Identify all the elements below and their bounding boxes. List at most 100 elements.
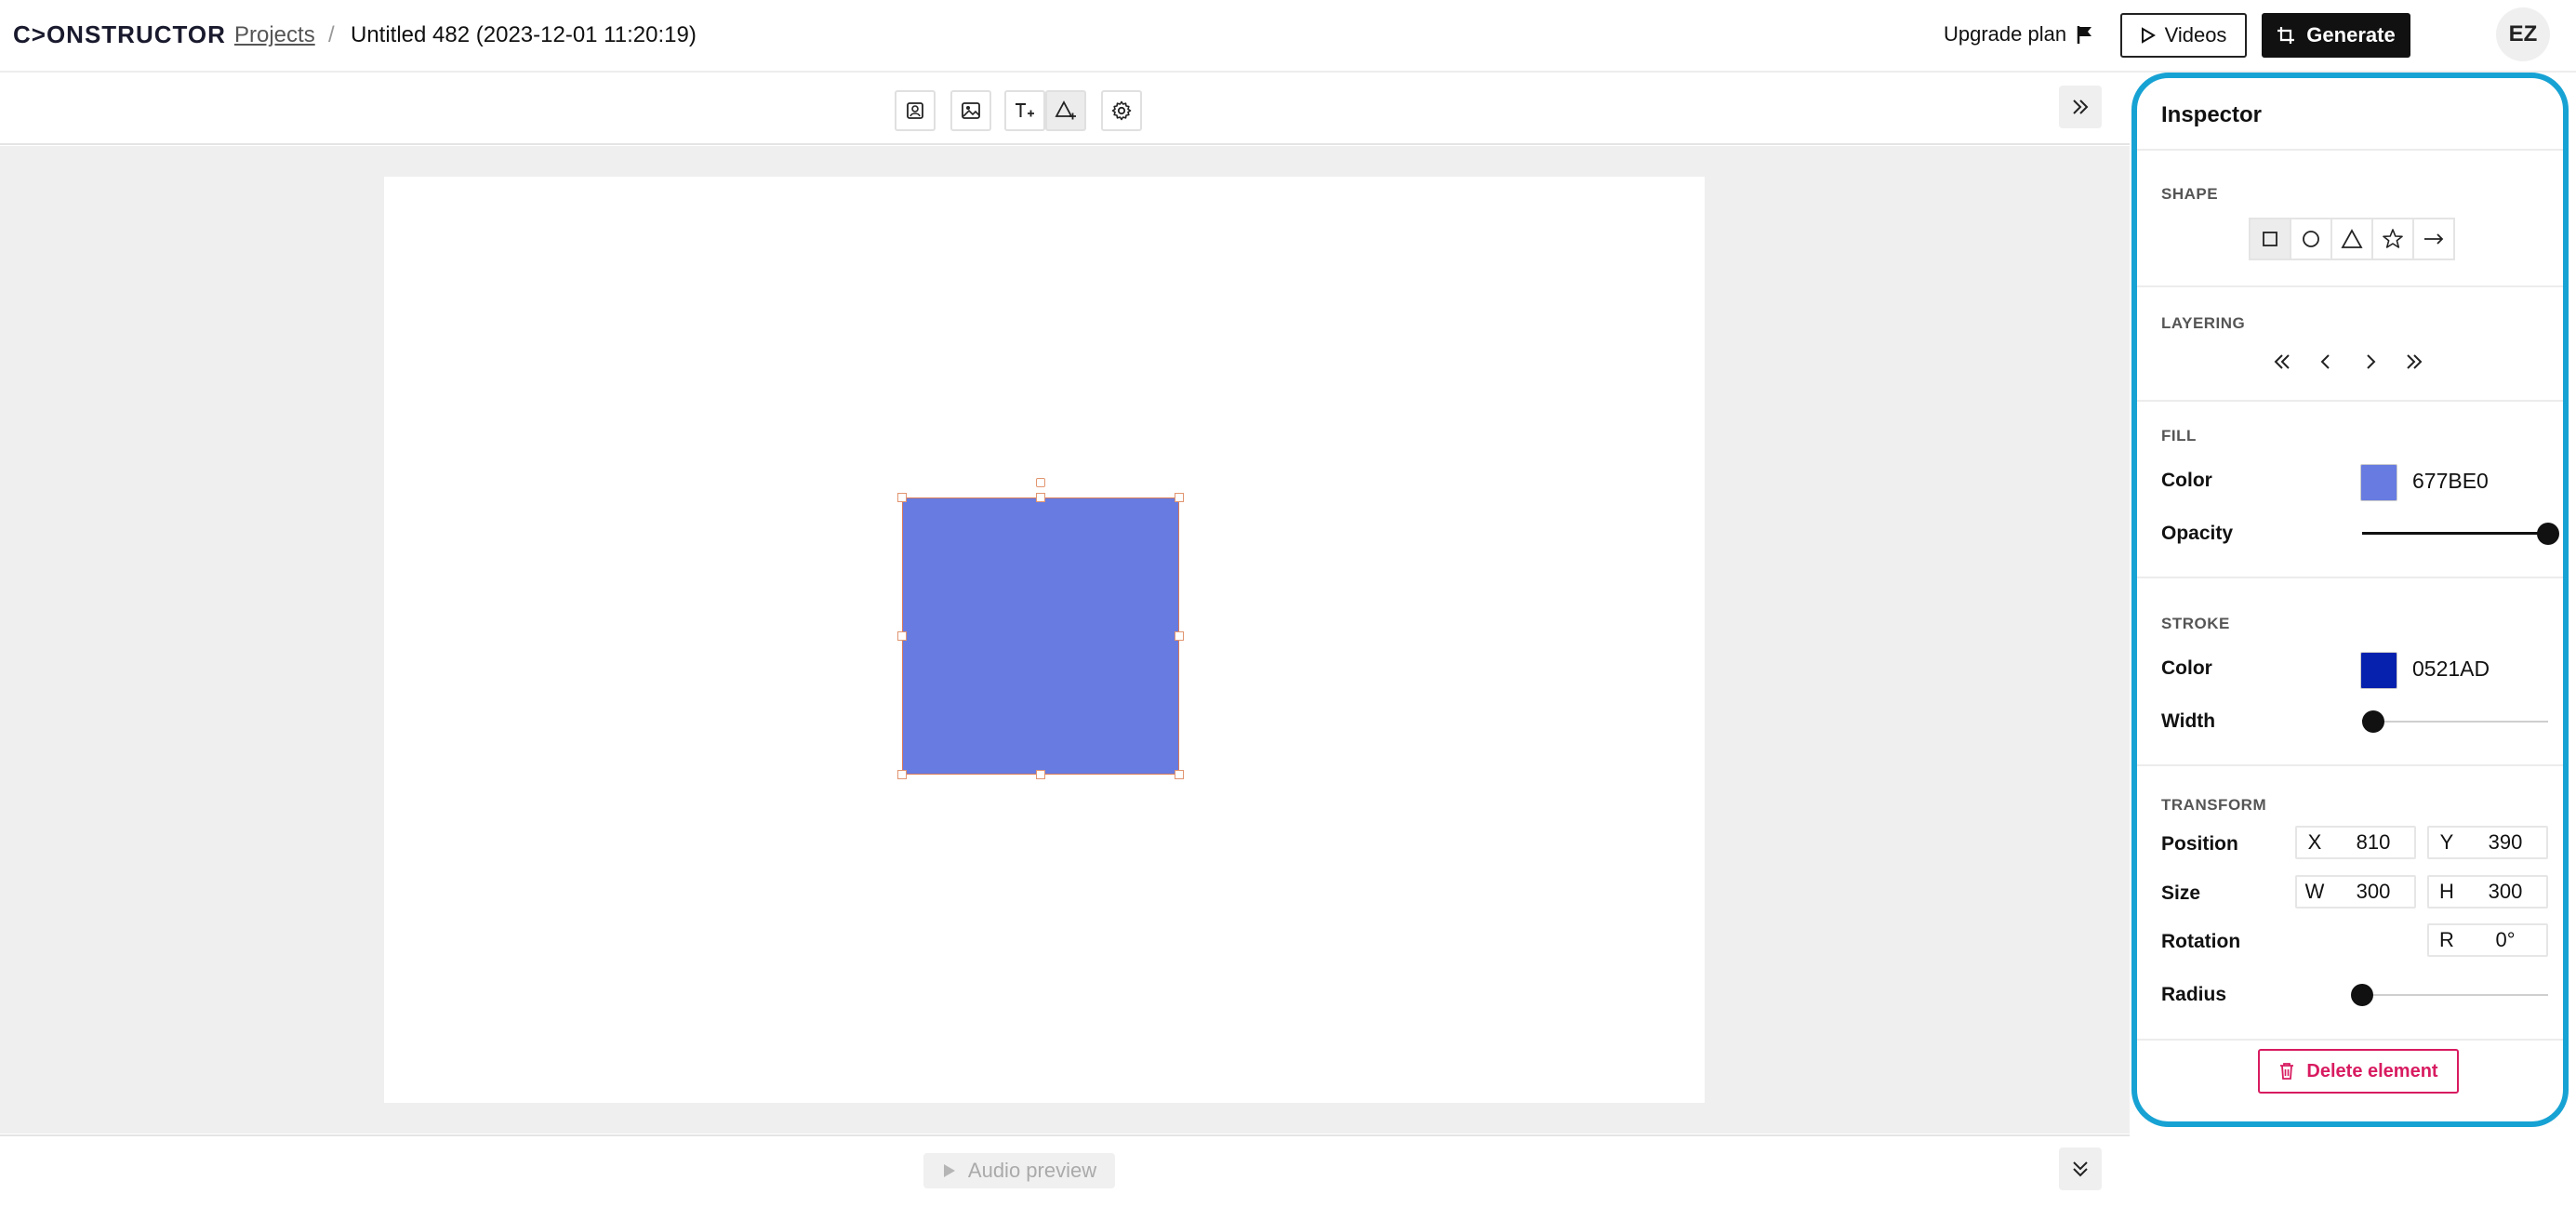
breadcrumb-projects-link[interactable]: Projects [234, 22, 315, 48]
y-field-label: Y [2439, 830, 2454, 854]
selected-rectangle-shape[interactable] [902, 497, 1179, 775]
breadcrumb-separator: / [328, 22, 335, 47]
play-icon [2141, 27, 2156, 44]
chevrons-left-icon [2272, 352, 2292, 371]
inspector-title: Inspector [2161, 102, 2263, 127]
radius-slider-handle[interactable] [2351, 984, 2373, 1006]
shape-circle-button[interactable] [2290, 218, 2332, 260]
transform-section-label: TRANSFORM [2161, 796, 2267, 814]
w-field-label: W [2304, 880, 2325, 903]
avatar-tool-button[interactable] [895, 90, 936, 131]
size-height-field[interactable]: H 300 [2427, 875, 2548, 909]
divider [2137, 1039, 2563, 1041]
stroke-section-label: STROKE [2161, 615, 2230, 632]
r-field-value[interactable]: 0° [2464, 928, 2546, 952]
opacity-slider-fill [2362, 532, 2548, 535]
flag-icon [2076, 24, 2094, 45]
divider [2137, 285, 2563, 287]
resize-handle-left[interactable] [897, 631, 907, 641]
x-field-label: X [2307, 830, 2322, 854]
chevrons-right-icon [2070, 98, 2091, 116]
r-field-label: R [2439, 928, 2454, 951]
shape-arrow-button[interactable] [2412, 218, 2455, 260]
resize-handle-top[interactable] [1036, 493, 1045, 502]
divider [2137, 400, 2563, 402]
shape-triangle-button[interactable] [2330, 218, 2373, 260]
resize-handle-top-left[interactable] [897, 493, 907, 502]
star-icon [2382, 228, 2404, 250]
layering-section-label: LAYERING [2161, 314, 2246, 332]
trash-icon [2278, 1062, 2295, 1081]
resize-handle-top-right[interactable] [1175, 493, 1184, 502]
shape-section-label: SHAPE [2161, 185, 2219, 203]
opacity-label: Opacity [2161, 523, 2234, 544]
app-logo[interactable]: C>ONSTRUCTOR [13, 20, 226, 49]
stroke-color-swatch[interactable] [2360, 652, 2397, 689]
position-label: Position [2161, 833, 2238, 855]
x-field-value[interactable]: 810 [2332, 830, 2414, 855]
play-icon [942, 1162, 957, 1179]
delete-element-button[interactable]: Delete element [2258, 1049, 2459, 1094]
fill-color-label: Color [2161, 470, 2212, 491]
gear-icon [1111, 100, 1132, 121]
resize-handle-bottom-left[interactable] [897, 770, 907, 779]
rotation-field[interactable]: R 0° [2427, 923, 2548, 957]
send-to-back-button[interactable] [2267, 347, 2297, 377]
chevrons-down-icon [2071, 1159, 2090, 1179]
position-x-field[interactable]: X 810 [2295, 826, 2416, 859]
artboard[interactable] [384, 177, 1705, 1103]
chevron-right-icon [2364, 352, 2377, 371]
stroke-color-hex[interactable]: 0521AD [2412, 657, 2490, 682]
fill-color-hex[interactable]: 677BE0 [2412, 469, 2489, 494]
triangle-icon [2341, 229, 2363, 249]
divider [2137, 149, 2563, 151]
square-icon [2261, 230, 2279, 248]
fill-color-swatch[interactable] [2360, 464, 2397, 501]
project-title[interactable]: Untitled 482 (2023-12-01 11:20:19) [351, 22, 697, 48]
shape-tool-button[interactable] [1045, 90, 1086, 131]
w-field-value[interactable]: 300 [2332, 880, 2414, 904]
send-backward-button[interactable] [2311, 347, 2341, 377]
y-field-value[interactable]: 390 [2464, 830, 2546, 855]
avatar-frame-icon [906, 101, 924, 120]
text-tool-button[interactable] [1004, 90, 1045, 131]
radius-slider-track[interactable] [2362, 994, 2548, 996]
stroke-width-slider-handle[interactable] [2362, 710, 2384, 733]
shape-star-button[interactable] [2371, 218, 2414, 260]
size-width-field[interactable]: W 300 [2295, 875, 2416, 909]
shape-selector [2249, 218, 2455, 260]
collapse-inspector-button[interactable] [2059, 86, 2102, 128]
arrow-right-icon [2423, 232, 2445, 246]
resize-handle-bottom-right[interactable] [1175, 770, 1184, 779]
shape-square-button[interactable] [2249, 218, 2291, 260]
resize-handle-bottom[interactable] [1036, 770, 1045, 779]
canvas-workspace[interactable] [0, 146, 2130, 1134]
collapse-timeline-button[interactable] [2059, 1147, 2102, 1190]
h-field-label: H [2439, 880, 2454, 903]
rotate-handle[interactable] [1036, 478, 1045, 487]
h-field-value[interactable]: 300 [2464, 880, 2546, 904]
inspector-panel: Inspector SHAPE LAYERING FILL Color 677B… [2131, 73, 2569, 1127]
bring-forward-button[interactable] [2356, 347, 2385, 377]
stroke-width-slider-track[interactable] [2362, 721, 2548, 723]
size-label: Size [2161, 882, 2201, 904]
bring-to-front-button[interactable] [2399, 347, 2429, 377]
circle-icon [2301, 229, 2321, 249]
generate-button[interactable]: Generate [2262, 13, 2410, 58]
opacity-slider-handle[interactable] [2537, 523, 2559, 545]
image-icon [961, 101, 981, 120]
rotation-label: Rotation [2161, 931, 2241, 952]
user-avatar[interactable]: EZ [2496, 7, 2550, 61]
divider [2137, 764, 2563, 766]
resize-handle-right[interactable] [1175, 631, 1184, 641]
image-tool-button[interactable] [950, 90, 991, 131]
videos-button[interactable]: Videos [2120, 13, 2247, 58]
text-add-icon [1014, 101, 1036, 120]
audio-preview-button[interactable]: Audio preview [923, 1153, 1115, 1188]
upgrade-plan-link[interactable]: Upgrade plan [1944, 22, 2094, 46]
videos-label: Videos [2164, 23, 2227, 46]
chevrons-right-icon [2404, 352, 2424, 371]
position-y-field[interactable]: Y 390 [2427, 826, 2548, 859]
settings-tool-button[interactable] [1101, 90, 1142, 131]
fill-section-label: FILL [2161, 427, 2197, 444]
